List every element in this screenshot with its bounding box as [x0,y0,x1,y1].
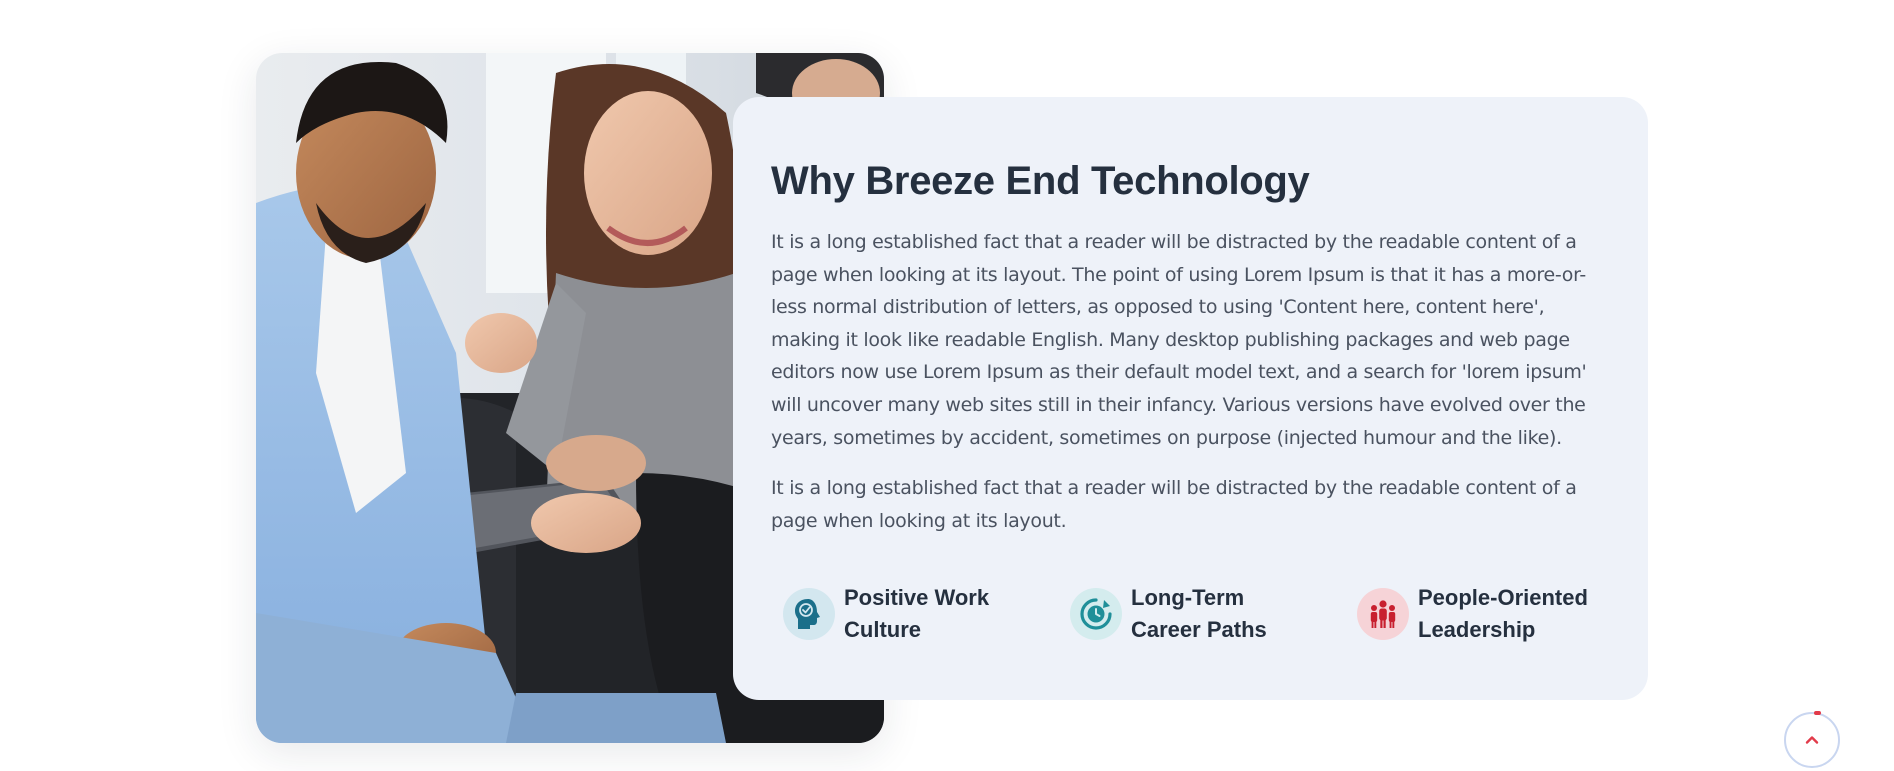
chevron-up-icon [1805,736,1819,744]
why-us-card: Why Breeze End Technology It is a long e… [733,97,1648,700]
section-paragraph-2: It is a long established fact that a rea… [771,477,1577,532]
feature-people-oriented-leadership: People-Oriented Leadership [1357,579,1588,649]
feature-positive-work-culture: Positive Work Culture [783,579,989,649]
section-title: Why Breeze End Technology [771,159,1310,203]
feature-label: Long-Term Career Paths [1131,585,1267,642]
feature-long-term-career-paths: Long-Term Career Paths [1070,579,1267,649]
feature-label: Positive Work Culture [844,585,990,642]
head-check-icon [783,588,835,640]
section-paragraph-1: It is a long established fact that a rea… [771,231,1587,449]
clock-refresh-icon [1070,588,1122,640]
feature-list: Positive Work Culture Long-Term Career P… [783,579,1623,649]
people-icon [1357,588,1409,640]
feature-label: People-Oriented Leadership [1418,585,1588,642]
scroll-progress-indicator [1814,711,1821,715]
scroll-to-top-button[interactable] [1784,711,1840,768]
